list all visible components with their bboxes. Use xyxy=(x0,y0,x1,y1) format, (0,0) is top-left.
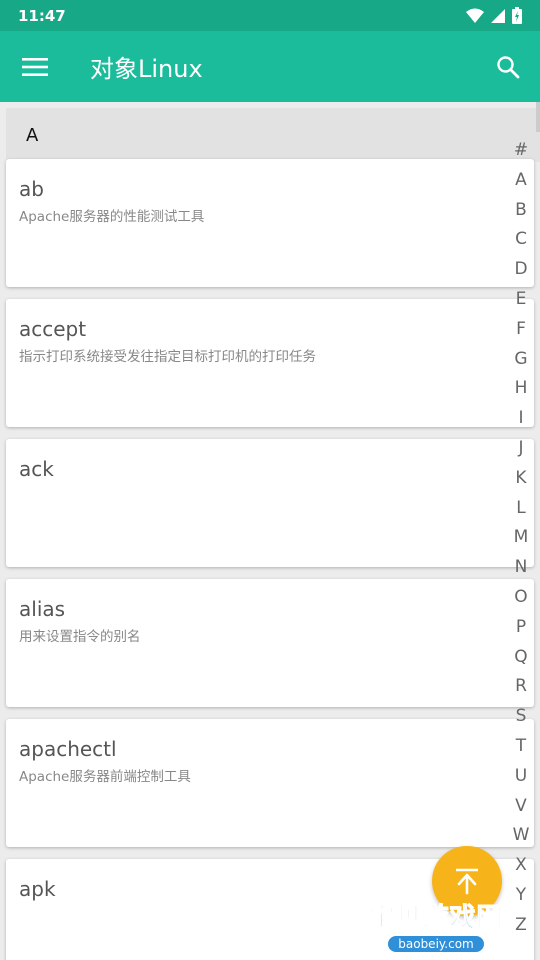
section-header: A xyxy=(6,108,540,162)
index-letter[interactable]: L xyxy=(516,494,525,524)
command-desc: Apache服务器前端控制工具 xyxy=(19,769,191,785)
index-letter[interactable]: I xyxy=(518,404,523,434)
index-letter[interactable]: Q xyxy=(514,643,527,673)
status-icons xyxy=(466,7,522,24)
index-letter[interactable]: # xyxy=(514,136,528,166)
index-letter[interactable]: A xyxy=(515,166,527,196)
status-bar: 11:47 xyxy=(0,0,540,31)
index-letter[interactable]: W xyxy=(513,821,530,851)
signal-icon xyxy=(491,8,505,23)
command-card[interactable]: ab Apache服务器的性能测试工具 xyxy=(6,159,534,287)
index-letter[interactable]: S xyxy=(516,702,527,732)
index-letter[interactable]: E xyxy=(516,285,527,315)
index-letter[interactable]: U xyxy=(515,762,527,792)
command-desc: Apache服务器的性能测试工具 xyxy=(19,209,205,225)
command-name: apachectl xyxy=(19,737,117,761)
menu-button[interactable] xyxy=(0,31,70,102)
alphabet-index-bar[interactable]: # A B C D E F G H I J K L M N O P Q R S T U V W X Y Z xyxy=(510,136,532,941)
status-time: 11:47 xyxy=(18,6,66,25)
index-letter[interactable]: B xyxy=(515,196,527,226)
wifi-icon xyxy=(466,8,484,23)
battery-icon xyxy=(512,7,522,24)
watermark-logo: 宝贝游戏网 baobeiy.com xyxy=(366,862,506,952)
command-name: ab xyxy=(19,177,44,201)
index-letter[interactable]: J xyxy=(518,434,523,464)
command-list[interactable]: A ab Apache服务器的性能测试工具 accept 指示打印系统接受发往指… xyxy=(0,102,540,960)
command-card[interactable]: alias 用来设置指令的别名 xyxy=(6,579,534,707)
command-desc: 指示打印系统接受发往指定目标打印机的打印任务 xyxy=(19,349,316,365)
index-letter[interactable]: R xyxy=(515,672,527,702)
command-name: ack xyxy=(19,457,54,481)
index-letter[interactable]: Z xyxy=(515,911,527,941)
index-letter[interactable]: X xyxy=(515,851,527,881)
command-card[interactable]: apachectl Apache服务器前端控制工具 xyxy=(6,719,534,847)
index-letter[interactable]: Y xyxy=(516,881,526,911)
command-name: accept xyxy=(19,317,87,341)
index-letter[interactable]: V xyxy=(515,792,527,822)
scrollbar[interactable] xyxy=(536,102,540,132)
command-name: alias xyxy=(19,597,66,621)
index-letter[interactable]: K xyxy=(515,464,526,494)
index-letter[interactable]: N xyxy=(515,553,528,583)
app-title: 对象Linux xyxy=(90,55,203,83)
index-letter[interactable]: H xyxy=(515,374,528,404)
search-button[interactable] xyxy=(476,31,540,102)
index-letter[interactable]: T xyxy=(516,732,526,762)
command-desc: 用来设置指令的别名 xyxy=(19,629,141,645)
hamburger-menu-icon xyxy=(22,57,48,76)
index-letter[interactable]: M xyxy=(514,523,529,553)
index-letter[interactable]: C xyxy=(515,225,527,255)
index-letter[interactable]: O xyxy=(514,583,527,613)
index-letter[interactable]: F xyxy=(516,315,526,345)
search-icon xyxy=(497,55,520,78)
index-letter[interactable]: D xyxy=(514,255,527,285)
index-letter[interactable]: G xyxy=(514,345,527,375)
app-bar: 对象Linux xyxy=(0,31,540,102)
command-card[interactable]: accept 指示打印系统接受发往指定目标打印机的打印任务 xyxy=(6,299,534,427)
watermark-url: baobeiy.com xyxy=(388,936,484,952)
index-letter[interactable]: P xyxy=(516,613,526,643)
watermark-text: 宝贝游戏网 xyxy=(368,903,504,934)
command-card[interactable]: ack xyxy=(6,439,534,567)
section-letter: A xyxy=(26,124,39,146)
